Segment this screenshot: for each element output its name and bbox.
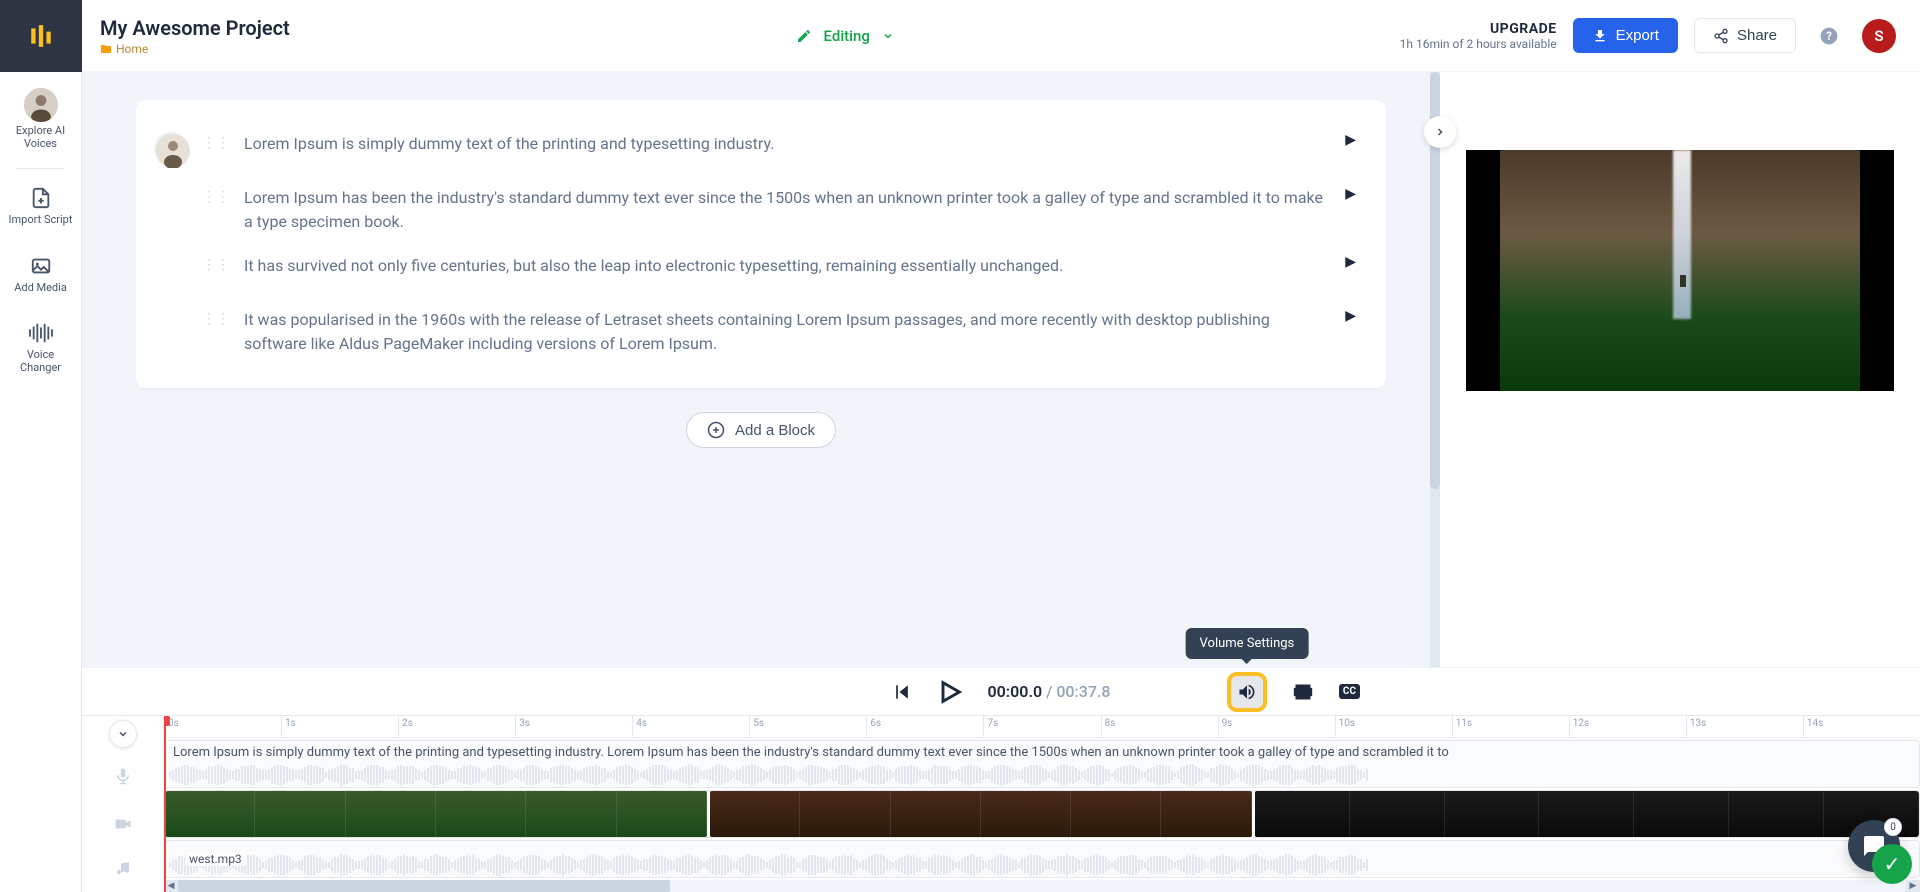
sidebar-label: Voice Changer — [6, 348, 75, 374]
play-line-button[interactable]: ▶ — [1345, 254, 1356, 270]
sidebar-label: Explore AI Voices — [6, 124, 75, 150]
drag-handle-icon[interactable]: ⋮⋮ — [202, 257, 230, 273]
export-button[interactable]: Export — [1573, 18, 1678, 53]
play-line-button[interactable]: ▶ — [1345, 132, 1356, 148]
script-line[interactable]: ⋮⋮ Lorem Ipsum is simply dummy text of t… — [154, 122, 1356, 176]
editor-scrollbar[interactable] — [1430, 72, 1440, 667]
share-button[interactable]: Share — [1694, 18, 1796, 53]
playhead[interactable] — [164, 716, 166, 892]
script-text[interactable]: It was popularised in the 1960s with the… — [244, 308, 1331, 356]
sidebar-item-voice-changer[interactable]: Voice Changer — [0, 308, 81, 388]
video-settings-button[interactable] — [1293, 682, 1313, 702]
audio-track-icon[interactable] — [82, 848, 164, 888]
import-icon — [30, 187, 52, 209]
sidebar-item-explore-voices[interactable]: Explore AI Voices — [0, 72, 81, 164]
project-title[interactable]: My Awesome Project — [100, 16, 290, 40]
timeline: 0s 1s 2s 3s 4s 5s 6s 7s 8s 9s 10s 11s 12… — [82, 715, 1920, 892]
ruler-tick: 0s — [164, 716, 281, 737]
timeline-scrollbar[interactable]: ◀ ▶ — [164, 880, 1920, 892]
play-button[interactable] — [936, 678, 964, 706]
scroll-left-icon[interactable]: ◀ — [164, 880, 178, 892]
volume-tooltip: Volume Settings — [1186, 628, 1309, 659]
ruler-tick: 6s — [866, 716, 983, 737]
media-icon — [30, 255, 52, 277]
ruler-tick: 2s — [398, 716, 515, 737]
add-block-button[interactable]: Add a Block — [686, 412, 836, 448]
audio-track[interactable]: west.mp3 — [164, 840, 1920, 878]
success-indicator: ✓ — [1872, 844, 1912, 884]
add-block-label: Add a Block — [735, 422, 815, 439]
play-line-button[interactable]: ▶ — [1345, 308, 1356, 324]
script-text[interactable]: It has survived not only five centuries,… — [244, 254, 1331, 278]
ruler-tick: 8s — [1101, 716, 1218, 737]
app-logo[interactable] — [0, 0, 82, 72]
drag-handle-icon[interactable]: ⋮⋮ — [202, 189, 230, 205]
scrollbar-thumb[interactable] — [178, 880, 670, 892]
play-line-button[interactable]: ▶ — [1345, 186, 1356, 202]
sidebar-label: Add Media — [14, 281, 67, 294]
upgrade-label[interactable]: UPGRADE — [1400, 21, 1557, 37]
drag-handle-icon[interactable]: ⋮⋮ — [202, 311, 230, 327]
scroll-right-icon[interactable]: ▶ — [1906, 880, 1920, 892]
time-display: 00:00.0 / 00:37.8 — [988, 682, 1111, 701]
script-text[interactable]: Lorem Ipsum has been the industry's stan… — [244, 186, 1331, 234]
ruler-tick: 4s — [632, 716, 749, 737]
script-line[interactable]: ⋮⋮ Lorem Ipsum has been the industry's s… — [154, 176, 1356, 244]
sidebar-item-add-media[interactable]: Add Media — [0, 241, 81, 308]
chat-badge: 0 — [1884, 818, 1902, 836]
waveform — [165, 855, 1919, 875]
ruler-tick: 10s — [1335, 716, 1452, 737]
avatar-icon — [22, 86, 60, 124]
volume-icon — [1237, 682, 1257, 702]
collapse-preview-button[interactable] — [1424, 116, 1456, 148]
sidebar-item-import-script[interactable]: Import Script — [0, 173, 81, 240]
breadcrumb-home: Home — [116, 42, 148, 56]
ruler-tick: 12s — [1569, 716, 1686, 737]
script-text[interactable]: Lorem Ipsum is simply dummy text of the … — [244, 132, 1331, 156]
voice-track-icon[interactable] — [82, 752, 164, 800]
ruler-tick: 3s — [515, 716, 632, 737]
total-time: 00:37.8 — [1056, 682, 1110, 701]
voice-track[interactable]: Lorem Ipsum is simply dummy text of the … — [164, 740, 1920, 788]
help-button[interactable]: ? — [1812, 19, 1846, 53]
ruler-tick: 11s — [1452, 716, 1569, 737]
current-time: 00:00.0 — [988, 682, 1043, 701]
ruler-tick: 1s — [281, 716, 398, 737]
video-track-icon[interactable] — [82, 800, 164, 848]
breadcrumb[interactable]: Home — [100, 42, 290, 56]
voice-track-text: Lorem Ipsum is simply dummy text of the … — [173, 745, 1449, 760]
captions-button[interactable]: CC — [1339, 684, 1360, 699]
drag-handle-icon[interactable]: ⋮⋮ — [202, 135, 230, 151]
ruler-tick: 14s — [1803, 716, 1920, 737]
timeline-ruler[interactable]: 0s 1s 2s 3s 4s 5s 6s 7s 8s 9s 10s 11s 12… — [164, 716, 1920, 738]
user-avatar[interactable]: S — [1862, 19, 1896, 53]
video-track[interactable] — [164, 790, 1920, 838]
svg-text:?: ? — [1826, 29, 1832, 43]
skip-back-button[interactable] — [892, 682, 912, 702]
editing-status[interactable]: Editing — [824, 27, 870, 45]
ruler-tick: 5s — [749, 716, 866, 737]
editor-pane: ⋮⋮ Lorem Ipsum is simply dummy text of t… — [82, 72, 1440, 667]
ruler-tick: 13s — [1686, 716, 1803, 737]
waveform — [165, 765, 1919, 785]
script-line[interactable]: ⋮⋮ It was popularised in the 1960s with … — [154, 298, 1356, 366]
script-block-card: ⋮⋮ Lorem Ipsum is simply dummy text of t… — [136, 100, 1386, 388]
playback-controls: 00:00.0 / 00:37.8 Volume Settings CC — [82, 667, 1920, 715]
export-label: Export — [1616, 27, 1659, 44]
chevron-down-icon[interactable] — [882, 30, 894, 42]
ruler-tick: 7s — [983, 716, 1100, 737]
speaker-avatar[interactable] — [154, 132, 188, 166]
audio-file-label: west.mp3 — [185, 852, 246, 866]
voice-changer-icon — [28, 322, 54, 344]
timeline-collapse-button[interactable] — [109, 720, 137, 748]
pencil-icon — [796, 28, 812, 44]
sidebar-label: Import Script — [9, 213, 73, 226]
preview-pane — [1440, 72, 1920, 667]
script-line[interactable]: ⋮⋮ It has survived not only five centuri… — [154, 244, 1356, 298]
volume-settings-button[interactable] — [1227, 672, 1267, 712]
share-label: Share — [1737, 27, 1777, 44]
upgrade-sub: 1h 16min of 2 hours available — [1400, 37, 1557, 51]
ruler-tick: 9s — [1218, 716, 1335, 737]
video-preview[interactable] — [1466, 150, 1894, 391]
